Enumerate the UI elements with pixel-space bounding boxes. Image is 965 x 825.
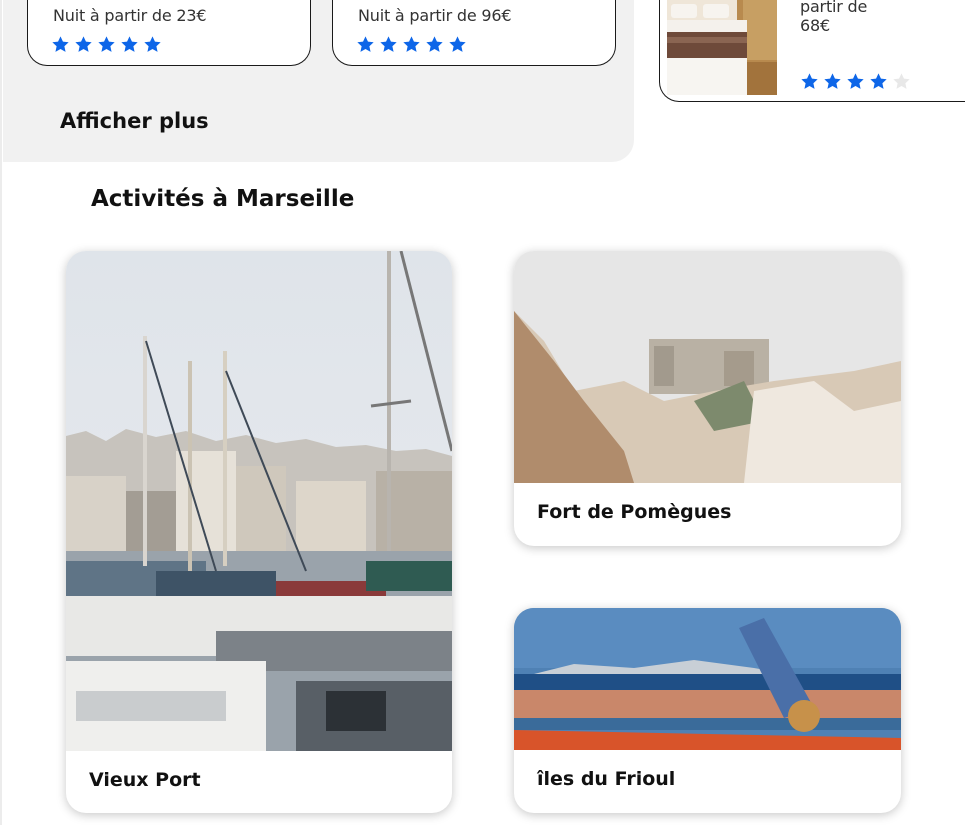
hotel-card[interactable]: partir de 68€ bbox=[659, 0, 965, 102]
activity-label: Fort de Pomègues bbox=[537, 501, 732, 523]
activity-label: Vieux Port bbox=[89, 769, 201, 791]
hotel-rating bbox=[51, 35, 162, 54]
star-icon bbox=[449, 36, 466, 52]
star-icon bbox=[52, 36, 69, 52]
activity-card-iles-du-frioul[interactable]: îles du Frioul bbox=[514, 608, 901, 813]
activity-card-fort-de-pomegues[interactable]: Fort de Pomègues bbox=[514, 251, 901, 546]
activity-label: îles du Frioul bbox=[537, 768, 676, 790]
activity-card-vieux-port[interactable]: Vieux Port bbox=[66, 251, 452, 813]
harbor-photo bbox=[66, 251, 452, 751]
hotel-card[interactable]: Nuit à partir de 23€ bbox=[27, 0, 311, 66]
star-icon bbox=[870, 73, 887, 89]
hotel-price: Nuit à partir de 96€ bbox=[358, 6, 512, 25]
islands-photo bbox=[514, 608, 901, 750]
hotel-price-line2: 68€ bbox=[800, 16, 830, 35]
star-icon bbox=[144, 36, 161, 52]
activities-title: Activités à Marseille bbox=[91, 186, 355, 212]
page-left-border bbox=[0, 0, 2, 825]
star-icon bbox=[403, 36, 420, 52]
hotel-card[interactable]: Nuit à partir de 96€ bbox=[332, 0, 616, 66]
fort-photo bbox=[514, 251, 901, 483]
star-icon bbox=[98, 36, 115, 52]
star-icon bbox=[801, 73, 818, 89]
star-empty-icon bbox=[893, 73, 910, 89]
hotel-price: Nuit à partir de 23€ bbox=[53, 6, 207, 25]
star-icon bbox=[824, 73, 841, 89]
star-icon bbox=[847, 73, 864, 89]
hotels-panel: Nuit à partir de 23€ Nuit à partir de 96… bbox=[3, 0, 634, 162]
hotel-rating bbox=[800, 72, 911, 91]
star-icon bbox=[357, 36, 374, 52]
hotel-price: partir de 68€ bbox=[800, 0, 890, 35]
star-icon bbox=[380, 36, 397, 52]
star-icon bbox=[426, 36, 443, 52]
show-more-button[interactable]: Afficher plus bbox=[60, 109, 209, 133]
hotel-rating bbox=[356, 35, 467, 54]
star-icon bbox=[75, 36, 92, 52]
hotel-price-line1: partir de bbox=[800, 0, 868, 16]
hotel-room-image bbox=[667, 0, 777, 95]
star-icon bbox=[121, 36, 138, 52]
